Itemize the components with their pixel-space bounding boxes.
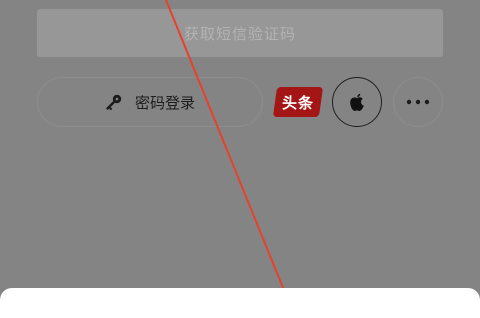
more-icon [406,99,430,105]
toutiao-login-button[interactable]: 头条 [272,87,324,117]
more-login-options-button[interactable] [393,77,443,127]
password-login-label: 密码登录 [134,93,195,112]
get-sms-code-label: 获取短信验证码 [183,24,296,43]
get-sms-code-button[interactable]: 获取短信验证码 [37,9,443,57]
apple-login-button[interactable] [332,77,382,127]
key-icon [106,94,122,110]
bottom-sheet-edge [0,288,480,318]
apple-icon [350,93,364,111]
password-login-button[interactable]: 密码登录 [37,77,263,127]
toutiao-label: 头条 [281,93,314,112]
